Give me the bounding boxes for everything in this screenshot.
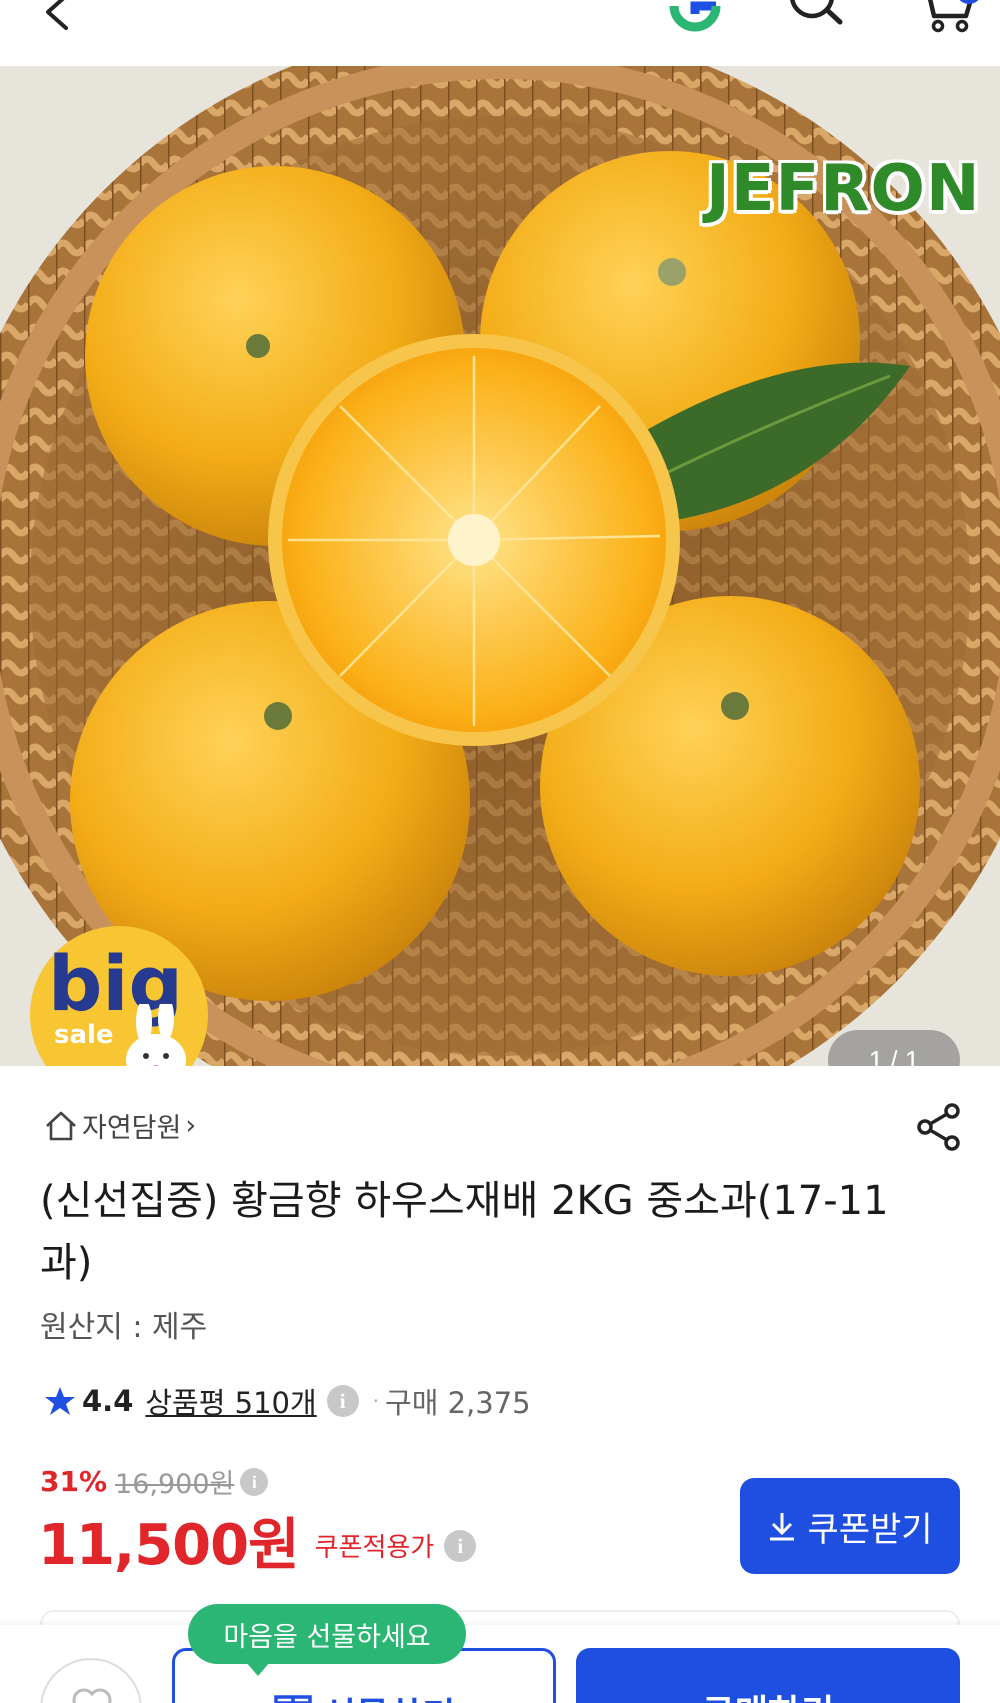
store-name: 자연담원 <box>82 1113 182 1144</box>
discount-percent: 31% <box>40 1465 108 1498</box>
info-icon[interactable]: i <box>240 1467 269 1496</box>
brand-logo: JEFRON <box>706 152 981 226</box>
coupon-button-label: 쿠폰받기 <box>807 1509 933 1550</box>
coupon-applied-label: 쿠폰적용가 <box>314 1533 435 1563</box>
share-icon[interactable] <box>914 1102 964 1152</box>
store-link[interactable]: 자연담원 › <box>44 1106 196 1145</box>
review-count-link[interactable]: 상품평 510개 <box>145 1380 316 1422</box>
g-logo-icon[interactable] <box>664 0 726 38</box>
product-hero-image[interactable]: JEFRON big sale 1 / 1 <box>0 66 1000 1066</box>
info-icon[interactable]: i <box>444 1529 477 1562</box>
buy-button-label: 구매하기 <box>702 1684 834 1703</box>
purchase-count: 구매 2,375 <box>385 1386 531 1420</box>
rating-score: 4.4 <box>82 1384 134 1418</box>
gift-icon <box>274 1695 312 1703</box>
big-sale-badge: big sale <box>30 926 208 1066</box>
product-origin: 원산지 : 제주 <box>40 1310 208 1345</box>
buy-button[interactable]: 구매하기 <box>576 1648 960 1703</box>
price-row: 11,500원 쿠폰적용가 i <box>38 1500 477 1581</box>
get-coupon-button[interactable]: 쿠폰받기 <box>740 1478 960 1574</box>
bunny-icon <box>126 1004 186 1066</box>
dot-separator: · <box>372 1389 380 1413</box>
rating-row: 4.4 상품평 510개 i · 구매 2,375 <box>44 1380 531 1422</box>
chevron-right-icon: › <box>185 1110 197 1141</box>
gift-tooltip: 마음을 선물하세요 <box>188 1604 466 1676</box>
chevron-left-icon[interactable] <box>38 0 78 32</box>
top-nav-bar <box>0 0 1000 66</box>
search-icon[interactable] <box>786 0 846 36</box>
original-price: 16,900원 <box>115 1469 235 1500</box>
badge-sale-text: sale <box>54 1020 114 1050</box>
discount-row: 31% 16,900원 i <box>40 1462 269 1501</box>
download-icon <box>770 1513 795 1541</box>
image-counter: 1 / 1 <box>828 1030 960 1066</box>
home-icon <box>46 1111 76 1140</box>
heart-icon <box>72 1688 112 1703</box>
gift-button-label: 선물하기 <box>323 1687 455 1703</box>
cart-icon[interactable] <box>916 0 976 36</box>
sale-price: 11,500원 <box>38 1513 300 1578</box>
star-icon <box>45 1387 75 1415</box>
product-title: (신선집중) 황금향 하우스재배 2KG 중소과(17-11과) <box>40 1178 889 1286</box>
info-icon[interactable]: i <box>326 1385 359 1417</box>
